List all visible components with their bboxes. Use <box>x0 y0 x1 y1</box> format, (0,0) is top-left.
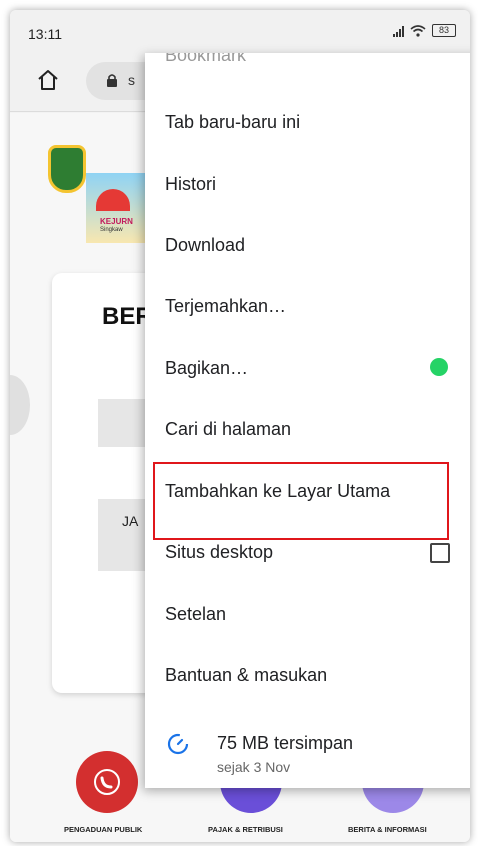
menu-item-label: Bantuan & masukan <box>165 665 328 685</box>
signal-icon <box>393 25 404 37</box>
url-text: s <box>128 72 135 88</box>
menu-item-help-feedback[interactable]: Bantuan & masukan <box>145 652 470 702</box>
banner-line1: KEJURN <box>100 217 133 226</box>
speedometer-icon <box>167 733 189 755</box>
menu-item-label: Cari di halaman <box>165 419 292 439</box>
desktop-site-checkbox[interactable] <box>430 543 450 563</box>
menu-item-label: Situs desktop <box>165 542 274 562</box>
menu-item-label: Download <box>165 235 246 255</box>
nav-label-pajak: PAJAK & RETRIBUSI <box>208 825 283 834</box>
menu-item-label: Terjemahkan… <box>165 296 287 316</box>
nav-label-berita: BERITA & INFORMASI <box>348 825 427 834</box>
wifi-icon <box>410 24 426 37</box>
menu-item-translate[interactable]: Terjemahkan… <box>145 283 470 333</box>
pengaduan-publik-button[interactable] <box>76 751 138 813</box>
nav-label-pengaduan: PENGADUAN PUBLIK <box>64 825 143 834</box>
status-bar: 13:11 83 <box>10 10 470 50</box>
status-icons: 83 <box>393 24 456 37</box>
menu-item-share[interactable]: Bagikan… <box>145 345 470 395</box>
menu-item-history[interactable]: Histori <box>145 161 470 211</box>
lock-icon <box>107 74 117 87</box>
menu-item-find-in-page[interactable]: Cari di halaman <box>145 406 470 456</box>
browser-overflow-menu: Bookmark Tab baru-baru ini Histori Downl… <box>145 53 470 788</box>
data-saver-summary[interactable]: 75 MB tersimpan sejak 3 Nov <box>145 713 470 783</box>
banner-line2: Singkaw <box>100 227 123 233</box>
data-saved-since: sejak 3 Nov <box>217 759 291 775</box>
menu-item-label: Tab baru-baru ini <box>165 112 301 132</box>
menu-item-label: Bookmark <box>165 53 247 65</box>
umbrella-graphic <box>96 189 130 211</box>
menu-item-desktop-site[interactable]: Situs desktop <box>145 529 470 579</box>
menu-item-bookmark[interactable]: Bookmark <box>145 53 470 103</box>
menu-item-settings[interactable]: Setelan <box>145 591 470 641</box>
home-icon[interactable] <box>36 68 60 92</box>
menu-item-label: Histori <box>165 174 217 194</box>
menu-item-download[interactable]: Download <box>145 222 470 272</box>
city-emblem-logo <box>48 145 86 193</box>
carousel-prev-arrow[interactable] <box>10 375 30 435</box>
menu-item-recent-tabs[interactable]: Tab baru-baru ini <box>145 99 470 149</box>
battery-icon: 83 <box>432 24 456 37</box>
phone-screen: 13:11 83 s KEJURN Singkaw BER JA PENGADU… <box>10 10 470 842</box>
phone-call-icon <box>94 769 120 795</box>
whatsapp-icon[interactable] <box>430 358 448 376</box>
status-time: 13:11 <box>28 26 62 42</box>
card-option-2-label: JA <box>122 513 139 529</box>
menu-item-label: Bagikan… <box>165 358 249 378</box>
data-saved-amount: 75 MB tersimpan <box>217 733 354 753</box>
menu-item-label: Setelan <box>165 604 227 624</box>
